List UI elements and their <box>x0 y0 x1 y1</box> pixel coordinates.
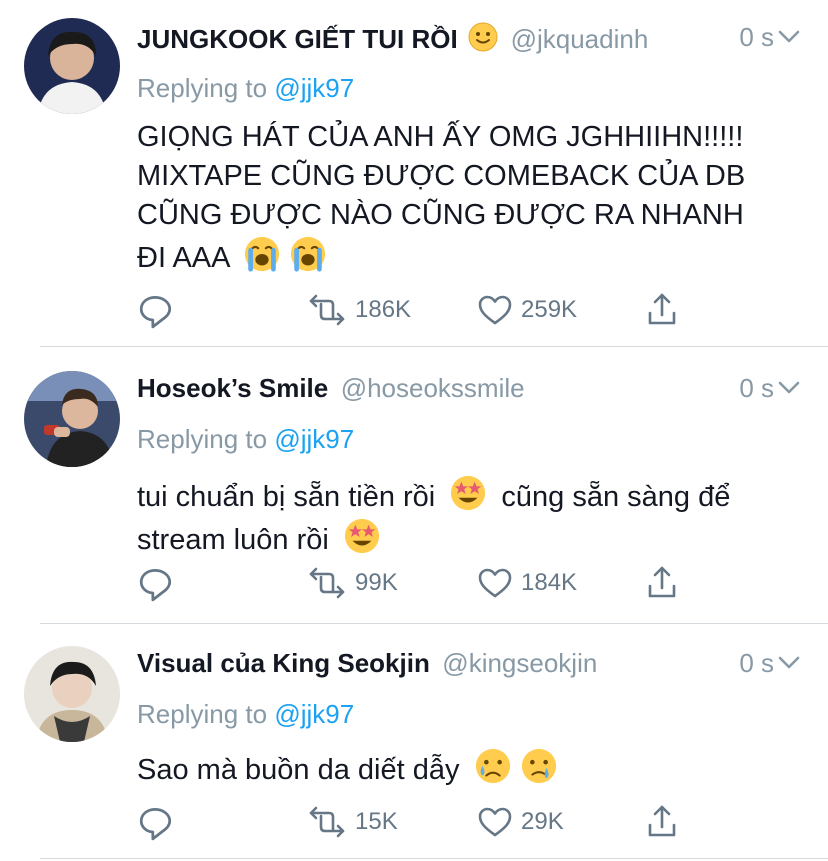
crying-face-icon <box>520 747 557 785</box>
star-struck-face-icon <box>451 475 486 511</box>
like-count: 259K <box>521 296 578 323</box>
share-button[interactable] <box>645 563 679 603</box>
share-button[interactable] <box>645 802 679 842</box>
tweet-actions: 99K 184K <box>137 563 697 603</box>
reply-button[interactable] <box>137 802 175 842</box>
retweet-icon <box>309 294 345 326</box>
display-name[interactable]: Hoseok’s Smile <box>137 373 328 403</box>
reply-icon <box>139 807 172 841</box>
retweet-icon <box>309 567 345 599</box>
like-count: 29K <box>521 808 564 835</box>
user-handle[interactable]: @hoseokssmile <box>341 373 525 403</box>
retweet-button[interactable]: 15K <box>307 802 398 842</box>
replying-to-link[interactable]: @jjk97 <box>274 699 354 729</box>
retweet-count: 99K <box>355 569 398 596</box>
retweet-count: 186K <box>355 296 412 323</box>
tweet-text-segment: tui chuẩn bị sẵn tiền rồi <box>137 481 436 513</box>
like-count: 184K <box>521 569 578 596</box>
tweet-text-line: Sao mà buồn da diết dẫy <box>137 747 798 790</box>
replying-to-label: Replying to <box>137 73 268 103</box>
tweet-header: JUNGKOOK GIẾT TUI RỒI @jkquadinh 0 s <box>137 22 808 62</box>
tweet-text-segment: stream luôn rồi <box>137 524 329 556</box>
tweet-actions: 186K 259K <box>137 290 697 330</box>
share-icon <box>648 805 676 837</box>
heart-icon <box>478 568 512 598</box>
tweet-actions: 15K 29K <box>137 802 697 842</box>
loudly-crying-face-icon <box>243 235 281 273</box>
tweet-text-line: stream luôn rồi <box>137 517 798 560</box>
tweet-text: Sao mà buồn da diết dẫy <box>137 747 798 790</box>
display-name[interactable]: JUNGKOOK GIẾT TUI RỒI <box>137 24 458 54</box>
tweet-text: tui chuẩn bị sẵn tiền rồi cũng sẵn sàng … <box>137 474 798 560</box>
reply-button[interactable] <box>137 563 175 603</box>
avatar-image <box>24 646 120 742</box>
reply-button[interactable] <box>137 290 175 330</box>
avatar-image <box>24 18 120 114</box>
tweet-text: GIỌNG HÁT CỦA ANH ẤY OMG JGHHIIHN!!!!! M… <box>137 118 798 278</box>
like-button[interactable]: 259K <box>477 290 577 330</box>
tweet-header: Hoseok’s Smile @hoseokssmile 0 s <box>137 373 808 413</box>
star-struck-face-icon <box>344 518 379 554</box>
retweet-button[interactable]: 186K <box>307 290 411 330</box>
reply-icon <box>139 568 172 602</box>
retweet-count: 15K <box>355 808 398 835</box>
slightly-smiling-face-icon <box>468 22 499 52</box>
replying-to-label: Replying to <box>137 699 268 729</box>
tweet-text-line: tui chuẩn bị sẵn tiền rồi cũng sẵn sàng … <box>137 474 798 517</box>
replying-to: Replying to @jjk97 <box>137 424 354 455</box>
avatar[interactable] <box>24 646 120 742</box>
replying-to-link[interactable]: @jjk97 <box>274 73 354 103</box>
like-button[interactable]: 29K <box>477 802 564 842</box>
like-button[interactable]: 184K <box>477 563 577 603</box>
tweet-3[interactable]: Visual của King Seokjin @kingseokjin 0 s… <box>0 624 828 861</box>
tweet-text-line: MIXTAPE CŨNG ĐƯỢC COMEBACK CỦA DB <box>137 160 746 192</box>
tweet-text-line: CŨNG ĐƯỢC NÀO CŨNG ĐƯỢC RA NHANH <box>137 199 744 231</box>
tweet-header: Visual của King Seokjin @kingseokjin 0 s <box>137 648 808 688</box>
tweet-text-segment: cũng sẵn sàng để <box>501 481 731 513</box>
tweet-text-line: ĐI AAA <box>137 235 798 278</box>
tweet-text-segment: Sao mà buồn da diết dẫy <box>137 754 460 786</box>
chevron-down-icon[interactable] <box>778 30 800 44</box>
share-icon <box>648 293 676 325</box>
tweet-text-segment: ĐI AAA <box>137 242 229 274</box>
user-handle[interactable]: @kingseokjin <box>442 648 597 678</box>
share-icon <box>648 566 676 598</box>
avatar[interactable] <box>24 371 120 467</box>
reply-icon <box>139 295 172 329</box>
smiling-face-with-tear-icon <box>474 747 511 785</box>
tweet-2[interactable]: Hoseok’s Smile @hoseokssmile 0 s Replyin… <box>0 347 828 624</box>
share-button[interactable] <box>645 290 679 330</box>
divider <box>40 858 828 859</box>
timestamp: 0 s <box>739 648 774 678</box>
chevron-down-icon[interactable] <box>778 381 800 395</box>
replying-to-link[interactable]: @jjk97 <box>274 424 354 454</box>
chevron-down-icon[interactable] <box>778 656 800 670</box>
retweet-icon <box>309 806 345 838</box>
heart-icon <box>478 295 512 325</box>
display-name[interactable]: Visual của King Seokjin <box>137 648 430 678</box>
retweet-button[interactable]: 99K <box>307 563 398 603</box>
avatar-image <box>24 371 120 467</box>
tweet-1[interactable]: JUNGKOOK GIẾT TUI RỒI @jkquadinh 0 s Rep… <box>0 0 828 347</box>
replying-to-label: Replying to <box>137 424 268 454</box>
user-handle[interactable]: @jkquadinh <box>511 24 649 54</box>
replying-to: Replying to @jjk97 <box>137 73 354 104</box>
tweet-text-line: GIỌNG HÁT CỦA ANH ẤY OMG JGHHIIHN!!!!! <box>137 121 744 153</box>
avatar[interactable] <box>24 18 120 114</box>
loudly-crying-face-icon <box>289 235 327 273</box>
timestamp: 0 s <box>739 373 774 403</box>
replying-to: Replying to @jjk97 <box>137 699 354 730</box>
timestamp: 0 s <box>739 22 774 52</box>
heart-icon <box>478 807 512 837</box>
